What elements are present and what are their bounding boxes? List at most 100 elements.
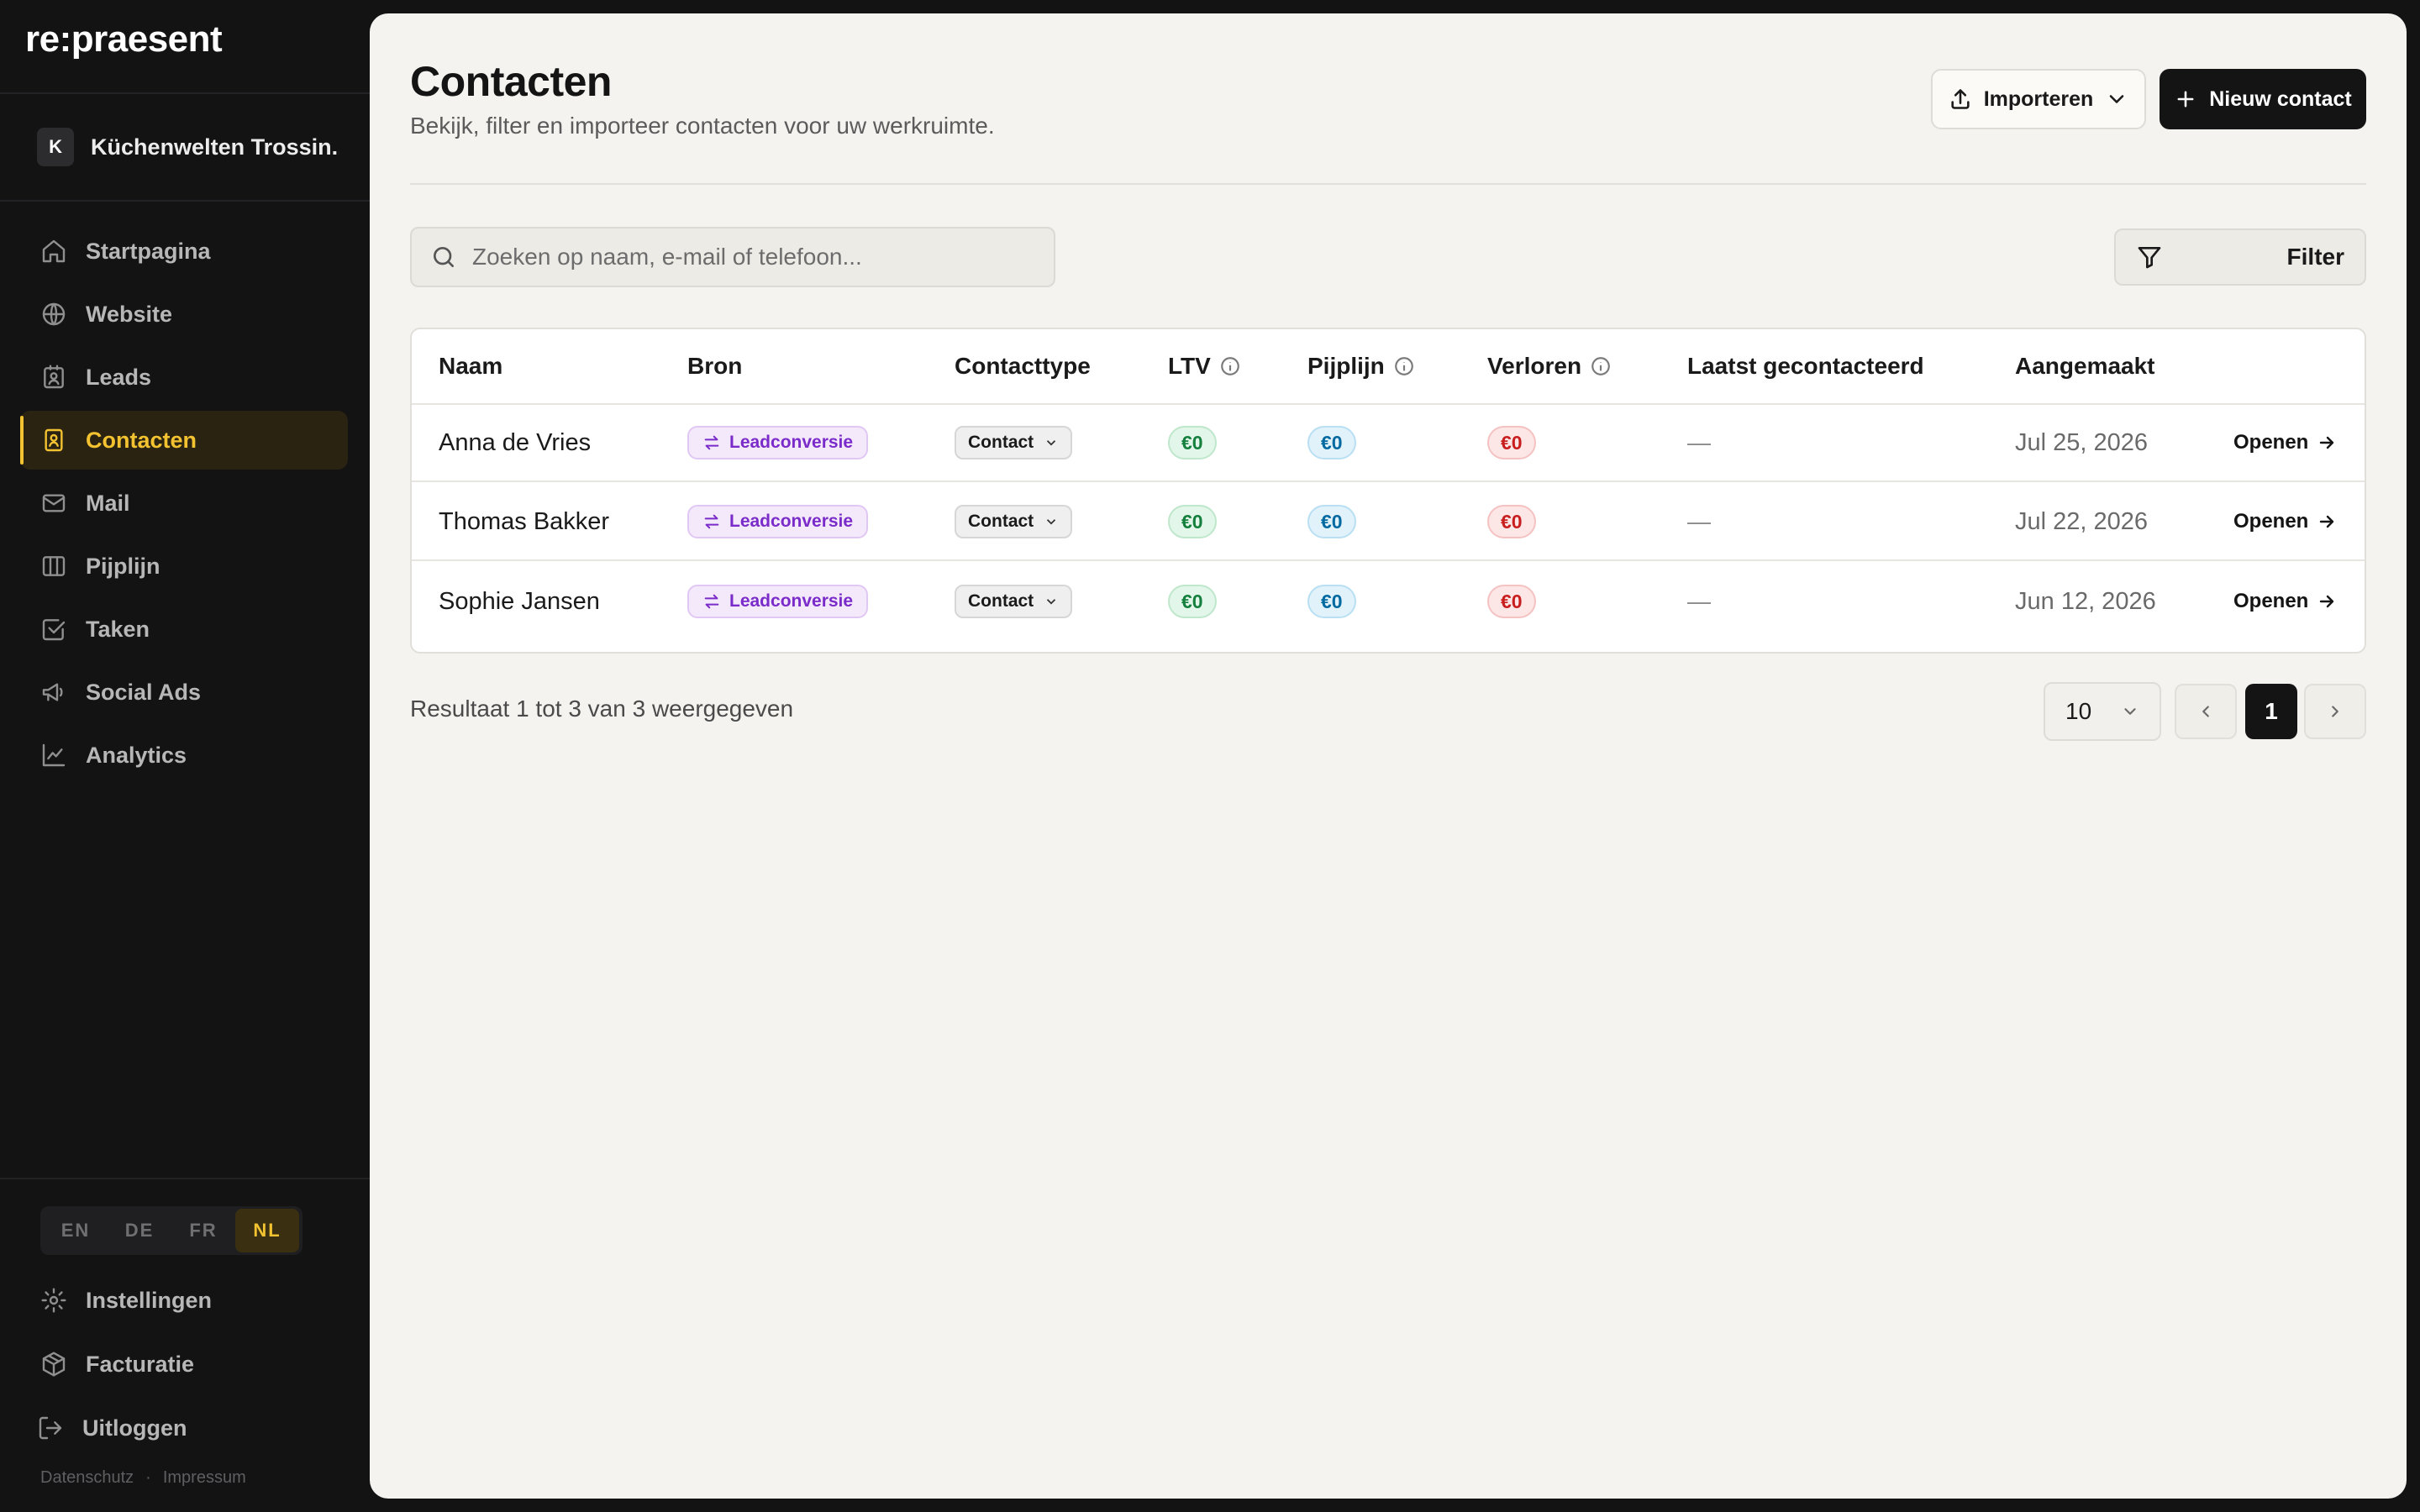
ltv-cell: €0: [1168, 563, 1217, 640]
package-icon: [42, 1352, 66, 1377]
page-title: Contacten: [410, 58, 612, 105]
sidebar-item-label: Uitloggen: [82, 1415, 187, 1441]
sidebar-item-label: Contacten: [86, 427, 197, 453]
search-input[interactable]: [472, 244, 1027, 270]
next-page-button[interactable]: [2304, 684, 2366, 739]
sidebar-item-facturatie[interactable]: Facturatie: [20, 1334, 348, 1394]
workspace-name: Küchenwelten Trossin...: [91, 134, 339, 160]
page-subtitle: Bekijk, filter en importeer contacten vo…: [410, 113, 995, 139]
column-header-label: LTV: [1168, 353, 1211, 379]
contact-name: Anna de Vries: [439, 428, 592, 456]
created-date: Jun 12, 2026: [2015, 587, 2156, 615]
sidebar-item-analytics[interactable]: Analytics: [20, 726, 348, 785]
arrow-right-icon: [2320, 436, 2334, 449]
page-size-select[interactable]: 10: [2044, 682, 2161, 741]
language-nl-button[interactable]: NL: [235, 1209, 299, 1252]
sidebar-divider: [0, 200, 370, 202]
home-icon: [42, 239, 66, 263]
result-count: Resultaat 1 tot 3 van 3 weergegeven: [410, 696, 794, 722]
column-header-laatst-gecontacteerd[interactable]: Laatst gecontacteerd: [1687, 329, 1924, 403]
pipeline-value: €0: [1307, 585, 1356, 618]
table-header-row: Naam Bron Contacttype LTV Pijplijn Verlo…: [412, 329, 2365, 405]
lost-cell: €0: [1487, 405, 1536, 480]
sidebar-item-label: Analytics: [86, 742, 187, 768]
workspace-switcher[interactable]: K Küchenwelten Trossin...: [37, 126, 339, 168]
app-logo[interactable]: re:praesent: [25, 18, 223, 60]
column-header-label: Pijplijn: [1307, 353, 1385, 379]
contact-type-select[interactable]: Contact: [955, 426, 1073, 459]
table-row[interactable]: Anna de Vries Leadconversie Contact €0 €…: [412, 405, 2365, 482]
source-badge-label: Leadconversie: [729, 512, 854, 531]
new-contact-button-label: Nieuw contact: [2209, 87, 2352, 111]
open-link-label: Openen: [2233, 510, 2309, 533]
import-button[interactable]: Importeren: [1931, 69, 2146, 129]
sidebar-divider: [0, 1178, 370, 1179]
lost-cell: €0: [1487, 563, 1536, 640]
open-link[interactable]: Openen: [2233, 431, 2337, 454]
filter-button[interactable]: Filter: [2114, 228, 2366, 286]
lost-value: €0: [1487, 585, 1536, 618]
language-switcher: EN DE FR NL: [40, 1206, 302, 1255]
sidebar-item-website[interactable]: Website: [20, 285, 348, 344]
previous-page-button[interactable]: [2175, 684, 2237, 739]
sidebar-item-startpagina[interactable]: Startpagina: [20, 222, 348, 281]
sidebar-item-contacten[interactable]: Contacten: [20, 411, 348, 470]
language-de-button[interactable]: DE: [108, 1209, 171, 1252]
ltv-value: €0: [1168, 585, 1217, 618]
contact-type-select[interactable]: Contact: [955, 585, 1073, 618]
new-contact-button[interactable]: Nieuw contact: [2160, 69, 2366, 129]
source-badge: Leadconversie: [687, 426, 869, 459]
open-cell: Openen: [2233, 405, 2337, 480]
chevron-down-icon: [1047, 599, 1056, 605]
column-header-ltv[interactable]: LTV: [1168, 329, 1241, 403]
chevron-left-icon: [2202, 706, 2209, 717]
table-row[interactable]: Thomas Bakker Leadconversie Contact €0 €…: [412, 484, 2365, 561]
lost-value: €0: [1487, 426, 1536, 459]
column-header-pijplijn[interactable]: Pijplijn: [1307, 329, 1415, 403]
imprint-link[interactable]: Impressum: [163, 1468, 246, 1488]
sidebar-footer: Datenschutz · Impressum: [40, 1468, 246, 1488]
source-cell: Leadconversie: [687, 563, 869, 640]
sidebar-item-instellingen[interactable]: Instellingen: [20, 1270, 348, 1331]
sidebar-item-leads[interactable]: Leads: [20, 348, 348, 407]
open-link[interactable]: Openen: [2233, 590, 2337, 613]
source-badge-label: Leadconversie: [729, 591, 854, 611]
arrow-right-icon: [2320, 515, 2334, 528]
sidebar-item-taken[interactable]: Taken: [20, 600, 348, 659]
sidebar-item-pijplijn[interactable]: Pijplijn: [20, 537, 348, 596]
column-header-aangemaakt[interactable]: Aangemaakt: [2015, 329, 2155, 403]
contact-type-value: Contact: [968, 433, 1034, 452]
open-link-label: Openen: [2233, 431, 2309, 454]
info-icon[interactable]: [1393, 355, 1415, 377]
pipeline-cell: €0: [1307, 563, 1356, 640]
line-chart-icon: [42, 743, 66, 767]
source-cell: Leadconversie: [687, 405, 869, 480]
footer-separator: ·: [145, 1468, 151, 1487]
sidebar-item-label: Website: [86, 301, 173, 327]
filter-icon: [2138, 247, 2161, 269]
language-en-button[interactable]: EN: [44, 1209, 108, 1252]
sidebar-item-label: Mail: [86, 490, 130, 516]
column-header-bron[interactable]: Bron: [687, 329, 742, 403]
info-icon[interactable]: [1219, 355, 1241, 377]
language-fr-button[interactable]: FR: [171, 1209, 235, 1252]
sidebar-item-mail[interactable]: Mail: [20, 474, 348, 533]
contact-name: Thomas Bakker: [439, 507, 610, 535]
page-number-button[interactable]: 1: [2245, 684, 2297, 739]
column-header-verloren[interactable]: Verloren: [1487, 329, 1612, 403]
table-row[interactable]: Sophie Jansen Leadconversie Contact €0 €…: [412, 563, 2365, 640]
contact-type-select[interactable]: Contact: [955, 505, 1073, 538]
header-divider: [410, 183, 2366, 185]
created-date: Jul 25, 2026: [2015, 428, 2149, 456]
column-header-contacttype[interactable]: Contacttype: [955, 329, 1091, 403]
sidebar-item-uitloggen[interactable]: Uitloggen: [20, 1398, 348, 1458]
chevron-down-icon: [2110, 95, 2124, 103]
privacy-link[interactable]: Datenschutz: [40, 1468, 134, 1488]
open-link-label: Openen: [2233, 590, 2309, 612]
sidebar-item-social-ads[interactable]: Social Ads: [20, 663, 348, 722]
info-icon[interactable]: [1590, 355, 1612, 377]
open-link[interactable]: Openen: [2233, 510, 2337, 533]
ltv-value: €0: [1168, 505, 1217, 538]
chevron-right-icon: [2332, 706, 2338, 717]
column-header-naam[interactable]: Naam: [439, 329, 502, 403]
